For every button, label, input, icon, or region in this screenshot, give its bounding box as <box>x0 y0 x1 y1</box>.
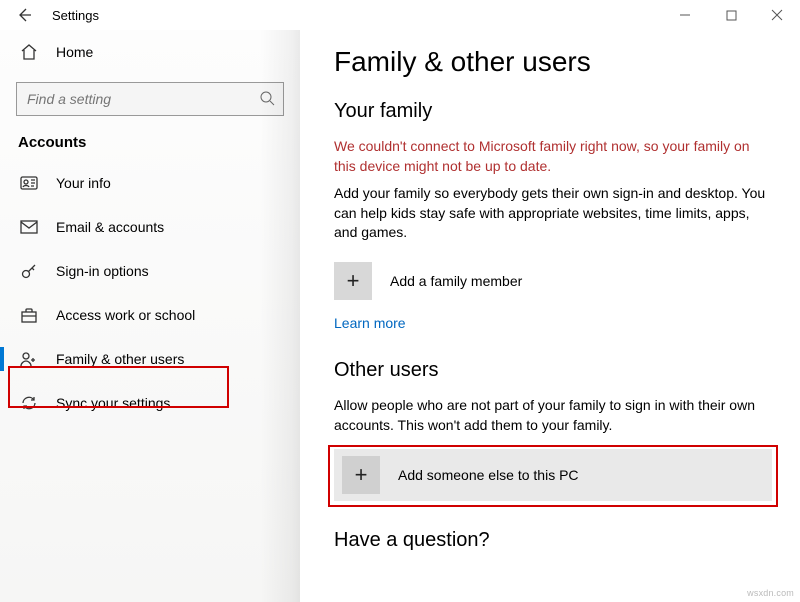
sidebar-item-label: Family & other users <box>56 351 184 367</box>
add-family-member-button[interactable]: + <box>334 262 372 300</box>
family-error-text: We couldn't connect to Microsoft family … <box>334 137 772 176</box>
home-icon <box>20 43 38 61</box>
sidebar-home-label: Home <box>56 44 93 60</box>
search-icon <box>259 90 275 109</box>
sidebar-item-sync-settings[interactable]: Sync your settings <box>0 381 300 425</box>
back-arrow-icon <box>16 7 32 23</box>
window-controls <box>662 0 800 30</box>
add-family-member-label: Add a family member <box>390 273 522 289</box>
other-users-heading: Other users <box>334 359 772 382</box>
sync-icon <box>20 394 38 412</box>
sidebar-home[interactable]: Home <box>0 32 300 72</box>
maximize-icon <box>726 10 737 21</box>
search-input[interactable] <box>25 90 259 108</box>
sidebar-item-signin-options[interactable]: Sign-in options <box>0 249 300 293</box>
sidebar-item-family-other-users[interactable]: Family & other users <box>0 337 300 381</box>
sidebar-item-label: Email & accounts <box>56 219 164 235</box>
page-title: Family & other users <box>334 46 772 78</box>
sidebar-item-your-info[interactable]: Your info <box>0 161 300 205</box>
close-icon <box>771 9 783 21</box>
add-other-user-button[interactable]: + <box>342 456 380 494</box>
family-description: Add your family so everybody gets their … <box>334 184 772 243</box>
back-button[interactable] <box>0 0 48 30</box>
close-button[interactable] <box>754 0 800 30</box>
window-title: Settings <box>52 8 99 23</box>
sidebar-item-label: Sign-in options <box>56 263 149 279</box>
briefcase-icon <box>20 306 38 324</box>
maximize-button[interactable] <box>708 0 754 30</box>
plus-icon: + <box>355 462 368 488</box>
add-other-user-row[interactable]: + Add someone else to this PC <box>334 449 772 501</box>
person-card-icon <box>20 174 38 192</box>
mail-icon <box>20 218 38 236</box>
add-family-member-row[interactable]: + Add a family member <box>334 257 772 305</box>
sidebar-item-access-work-school[interactable]: Access work or school <box>0 293 300 337</box>
sidebar: Home Accounts Your info Email & accounts <box>0 30 300 602</box>
add-other-user-label: Add someone else to this PC <box>398 467 579 483</box>
sidebar-item-email-accounts[interactable]: Email & accounts <box>0 205 300 249</box>
key-icon <box>20 262 38 280</box>
title-bar: Settings <box>0 0 800 30</box>
sidebar-item-label: Access work or school <box>56 307 195 323</box>
plus-icon: + <box>347 268 360 294</box>
have-a-question-heading: Have a question? <box>334 529 772 552</box>
sidebar-item-label: Your info <box>56 175 111 191</box>
sidebar-category: Accounts <box>0 128 300 161</box>
minimize-icon <box>679 9 691 21</box>
other-users-description: Allow people who are not part of your fa… <box>334 396 772 435</box>
watermark: wsxdn.com <box>747 588 794 598</box>
people-icon <box>20 350 38 368</box>
search-box[interactable] <box>16 82 284 116</box>
sidebar-item-label: Sync your settings <box>56 395 170 411</box>
minimize-button[interactable] <box>662 0 708 30</box>
family-heading: Your family <box>334 100 772 123</box>
learn-more-link[interactable]: Learn more <box>334 315 772 331</box>
content-pane: Family & other users Your family We coul… <box>300 30 800 602</box>
